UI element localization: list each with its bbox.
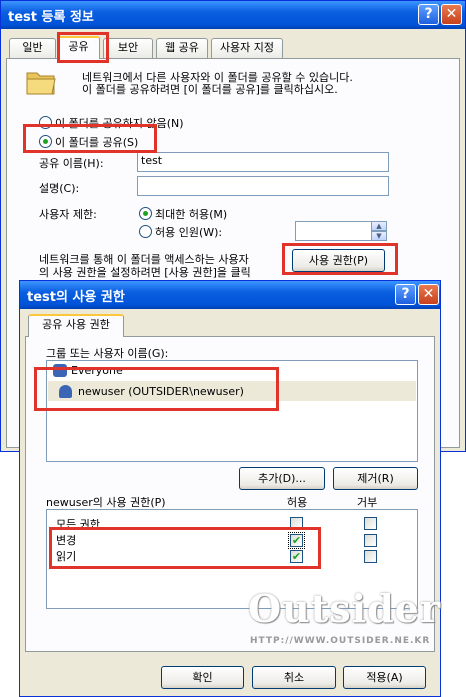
deny-checkbox-full[interactable]: [364, 517, 377, 530]
permissions-titlebar[interactable]: test의 사용 권한: [20, 281, 440, 309]
folder-icon: [26, 72, 56, 95]
allow-checkbox-full[interactable]: [290, 517, 303, 530]
close-button[interactable]: ✕: [441, 4, 462, 25]
list-item[interactable]: Everyone: [53, 364, 413, 378]
no-share-radio[interactable]: [39, 116, 52, 129]
user-limit-label: 사용자 제한:: [39, 208, 97, 221]
permissions-for-label: newuser의 사용 권한(P): [46, 496, 166, 509]
share-name-field[interactable]: test: [137, 152, 389, 172]
permissions-button[interactable]: 사용 권한(P): [292, 249, 385, 272]
allow-checkbox-change[interactable]: ✔: [288, 532, 305, 549]
close-button[interactable]: ✕: [418, 284, 439, 305]
allow-users-field[interactable]: [295, 221, 373, 241]
add-button[interactable]: 추가(D)...: [239, 467, 325, 490]
user-name: newuser (OUTSIDER\newuser): [78, 385, 244, 398]
share-label[interactable]: 이 폴더를 공유(S): [55, 134, 138, 150]
allow-users-radio[interactable]: [139, 225, 152, 238]
group-label: 그룹 또는 사용자 이름(G):: [46, 347, 169, 360]
watermark-url: HTTP://WWW.OUTSIDER.NE.KR: [250, 636, 431, 646]
properties-title: test 등록 정보: [8, 10, 94, 25]
tab-customize[interactable]: 사용자 지정: [211, 38, 283, 58]
share-radio[interactable]: [39, 135, 52, 148]
tab-security[interactable]: 보안: [103, 38, 153, 58]
help-button[interactable]: ?: [395, 284, 416, 305]
allow-checkbox-read[interactable]: ✔: [290, 550, 303, 563]
spinner-up-icon[interactable]: ▲: [371, 221, 387, 231]
user-name: Everyone: [71, 364, 123, 377]
permissions-window: test의 사용 권한 ? ✕ 공유 사용 권한 그룹 또는 사용자 이름(G)…: [19, 280, 441, 697]
spinner-down-icon[interactable]: ▼: [371, 231, 387, 241]
tab-label: 공유 사용 권한: [42, 318, 110, 331]
deny-header: 거부: [357, 496, 378, 509]
tab-label: 공유: [68, 40, 89, 53]
deny-checkbox-change[interactable]: [364, 534, 377, 547]
description-text-2: 이 폴더를 공유하려면 [이 폴더를 공유]를 클릭하십시오.: [82, 83, 338, 96]
permission-name: 모든 권한: [56, 518, 100, 531]
user-icon: [59, 385, 72, 398]
tab-label: 일반: [22, 41, 43, 54]
max-allowed-label[interactable]: 최대한 허용(M): [155, 206, 227, 222]
remove-button[interactable]: 제거(R): [333, 467, 418, 490]
description-field[interactable]: [137, 176, 389, 196]
properties-titlebar[interactable]: test 등록 정보: [1, 1, 465, 29]
permissions-title: test의 사용 권한: [27, 290, 125, 305]
share-name-label: 공유 이름(H):: [39, 157, 104, 170]
no-share-label[interactable]: 이 폴더를 공유하지 않음(N): [55, 115, 184, 131]
tab-label: 웹 공유: [165, 41, 199, 54]
deny-checkbox-read[interactable]: [364, 550, 377, 563]
tab-sharing[interactable]: 공유: [57, 36, 100, 59]
user-list[interactable]: Everyone newuser (OUTSIDER\newuser): [46, 360, 418, 462]
user-group-icon: [53, 364, 67, 377]
permission-name: 읽기: [56, 550, 77, 563]
watermark-logo: Outsider: [248, 586, 441, 631]
tab-label: 보안: [117, 41, 139, 54]
allow-header: 허용: [287, 496, 308, 509]
permission-name: 변경: [56, 534, 77, 547]
description-label: 설명(C):: [39, 182, 80, 195]
permissions-hint-2: 의 사용 권한을 설정하려면 [사용 권한]을 클릭: [39, 266, 251, 279]
max-allowed-radio[interactable]: [139, 207, 152, 220]
tab-general[interactable]: 일반: [9, 38, 56, 58]
ok-button[interactable]: 확인: [161, 666, 244, 689]
tab-label: 사용자 지정: [219, 41, 275, 54]
list-item[interactable]: newuser (OUTSIDER\newuser): [48, 381, 416, 401]
tab-web-sharing[interactable]: 웹 공유: [156, 38, 208, 58]
cancel-button[interactable]: 취소: [252, 666, 336, 689]
tab-share-permissions[interactable]: 공유 사용 권한: [28, 314, 124, 337]
help-button[interactable]: ?: [418, 4, 439, 25]
apply-button[interactable]: 적용(A): [343, 666, 426, 689]
allow-users-label[interactable]: 허용 인원(W):: [155, 224, 222, 240]
